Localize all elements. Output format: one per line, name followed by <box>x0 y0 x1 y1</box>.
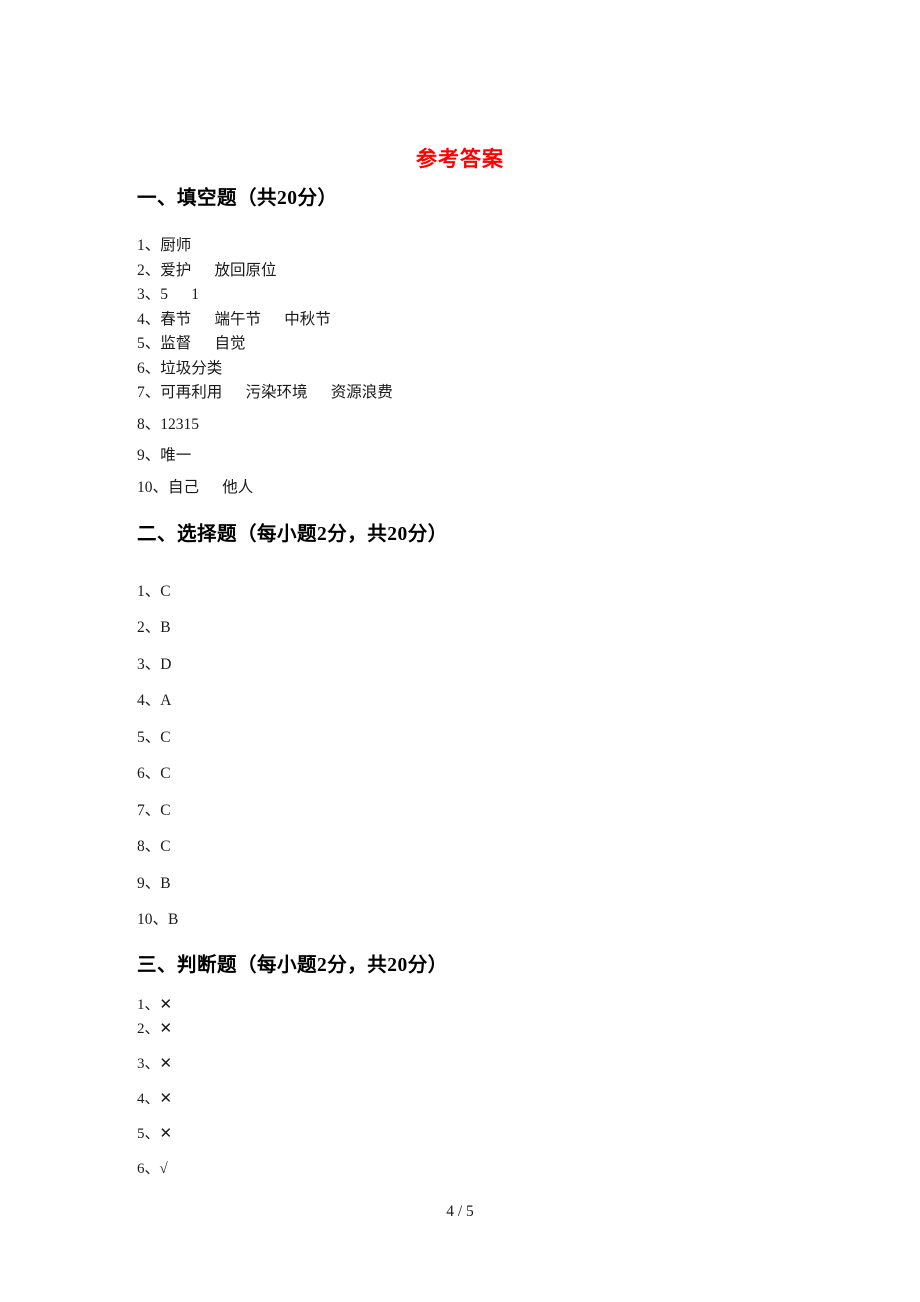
list-item: 1、厨师 <box>137 237 192 255</box>
list-item: 3、✕ <box>137 1055 173 1072</box>
list-item: 6、垃圾分类 <box>137 359 223 377</box>
list-item: 7、可再利用 污染环境 资源浪费 <box>137 384 393 402</box>
document-page: 参考答案 一、填空题（共20分） 1、厨师 2、爱护 放回原位 3、5 1 4、… <box>0 0 920 1302</box>
list-item: 3、5 1 <box>137 286 200 304</box>
answer-list-fill-in-blank: 1、厨师 2、爱护 放回原位 3、5 1 4、春节 端午节 中秋节 5、监督 自… <box>137 229 837 495</box>
list-item: 5、监督 自觉 <box>137 335 246 353</box>
list-item: 5、✕ <box>137 1125 173 1142</box>
list-item: 2、B <box>137 619 171 637</box>
list-item: 6、√ <box>137 1160 168 1177</box>
list-item: 4、春节 端午节 中秋节 <box>137 310 331 328</box>
list-item: 8、C <box>137 838 171 856</box>
list-item: 10、B <box>137 911 179 929</box>
section-heading-multiple-choice: 二、选择题（每小题2分，共20分） <box>137 524 448 546</box>
list-item: 1、✕ <box>137 996 173 1013</box>
list-item: 8、12315 <box>137 415 200 433</box>
list-item: 10、自己 他人 <box>137 478 254 496</box>
list-item: 4、A <box>137 692 172 710</box>
list-item: 3、D <box>137 655 172 673</box>
list-item: 9、B <box>137 874 171 892</box>
list-item: 6、C <box>137 765 171 783</box>
answer-list-true-false: 1、✕ 2、✕ 3、✕ 4、✕ 5、✕ 6、√ <box>137 989 837 1177</box>
list-item: 9、唯一 <box>137 447 192 465</box>
section-heading-true-false: 三、判断题（每小题2分，共20分） <box>137 954 448 976</box>
section-heading-fill-in-blank: 一、填空题（共20分） <box>137 188 338 209</box>
page-number-footer: 4 / 5 <box>446 1203 474 1220</box>
list-item: 4、✕ <box>137 1090 173 1107</box>
list-item: 1、C <box>137 582 171 600</box>
list-item: 2、✕ <box>137 1020 173 1037</box>
answer-key-content: 一、填空题（共20分） 1、厨师 2、爱护 放回原位 3、5 1 4、春节 端午… <box>137 186 837 1177</box>
page-title: 参考答案 <box>416 147 504 171</box>
list-item: 5、C <box>137 728 171 746</box>
answer-list-multiple-choice: 1、C 2、B 3、D 4、A 5、C 6、C 7、C 8、C 9、B 10、B <box>137 563 837 928</box>
list-item: 7、C <box>137 801 171 819</box>
list-item: 2、爱护 放回原位 <box>137 261 277 279</box>
